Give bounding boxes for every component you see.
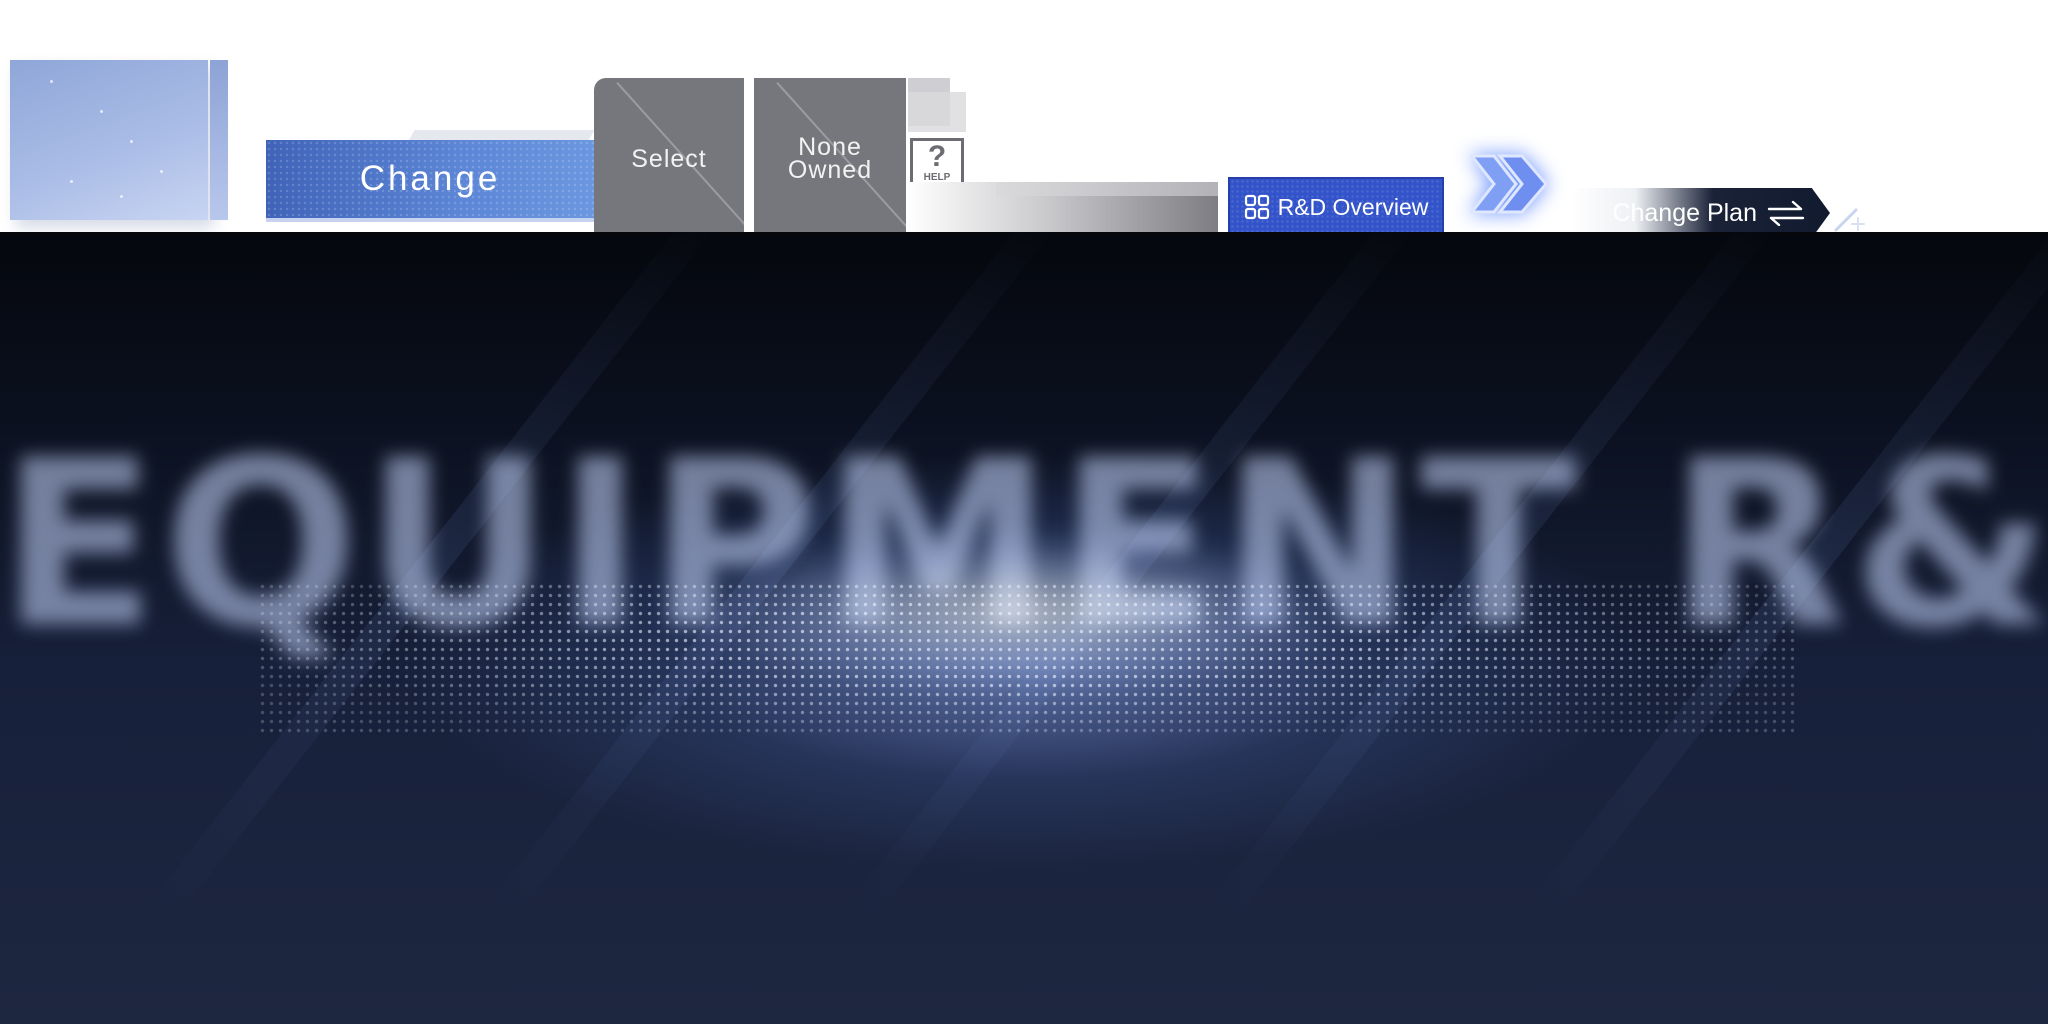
none-owned-tab[interactable]: None Owned xyxy=(754,78,906,240)
change-plan-label: Change Plan xyxy=(1612,198,1757,227)
double-chevron-icon[interactable] xyxy=(1468,150,1550,218)
select-tab-label: Select xyxy=(631,144,707,173)
thumbnail-edge xyxy=(210,60,228,220)
help-backdrop-2 xyxy=(908,92,966,132)
swap-arrows-icon xyxy=(1767,200,1805,226)
none-owned-tab-label: None Owned xyxy=(787,133,873,184)
select-tab[interactable]: Select xyxy=(594,78,744,240)
help-question-mark: ? xyxy=(927,140,947,173)
rd-overview-button[interactable]: R&D Overview xyxy=(1228,177,1444,237)
equipment-rd-scene: EQUIPMENT R&D xyxy=(0,232,2048,1024)
change-plan-button[interactable]: Change Plan xyxy=(1570,188,1830,238)
sparkle-icon xyxy=(1834,208,1865,232)
change-button-label: Change xyxy=(359,159,501,198)
grid-icon xyxy=(1244,194,1269,220)
change-button[interactable]: Change xyxy=(266,140,594,222)
dot-matrix xyxy=(258,582,1794,737)
rd-overview-label: R&D Overview xyxy=(1277,193,1429,220)
thumbnail-card xyxy=(10,60,208,220)
gradient-bar-top xyxy=(996,182,1218,196)
